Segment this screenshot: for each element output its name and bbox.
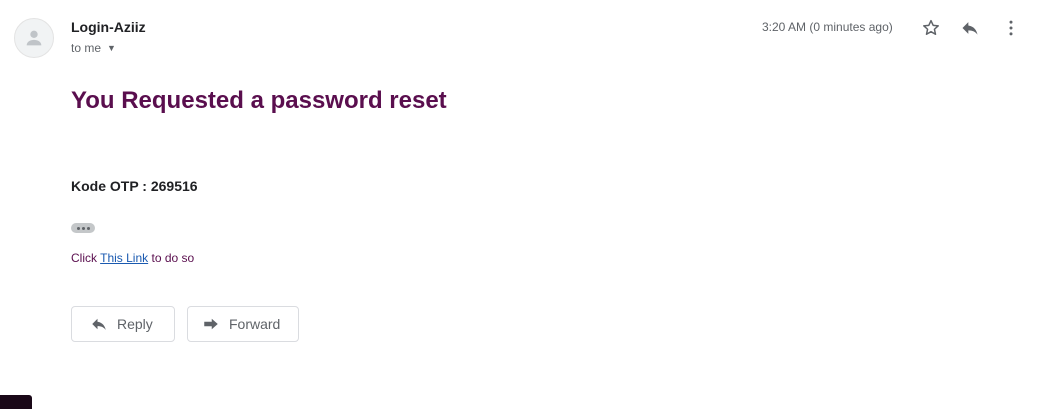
reply-icon <box>92 318 106 330</box>
body-prefix: Click <box>71 251 97 265</box>
forward-button-label: Forward <box>229 316 281 332</box>
chevron-down-icon: ▼ <box>107 43 116 53</box>
star-icon <box>923 19 939 35</box>
recipient-label: to me <box>71 41 102 55</box>
recipient-details-toggle[interactable]: to me ▼ <box>71 41 116 55</box>
otp-code-line: Kode OTP : 269516 <box>71 178 198 194</box>
more-horizontal-icon <box>76 226 80 230</box>
more-vertical-icon <box>1009 20 1013 36</box>
email-subject: You Requested a password reset <box>71 87 447 114</box>
sender-name: Login-Aziiz <box>71 19 146 35</box>
reply-button[interactable]: Reply <box>71 306 175 342</box>
reply-button-label: Reply <box>117 316 153 332</box>
corner-overlay <box>0 395 32 409</box>
forward-icon <box>204 318 218 330</box>
show-trimmed-content-button[interactable] <box>71 223 95 233</box>
timestamp: 3:20 AM (0 minutes ago) <box>762 20 893 34</box>
reply-icon-button[interactable] <box>956 14 984 42</box>
person-icon <box>26 30 42 46</box>
more-options-button[interactable] <box>997 14 1025 42</box>
body-instruction: Click This Link to do so <box>71 251 194 265</box>
reset-link[interactable]: This Link <box>100 251 148 265</box>
star-button[interactable] <box>917 14 945 42</box>
body-suffix: to do so <box>151 251 195 265</box>
reply-icon <box>962 22 978 35</box>
forward-button[interactable]: Forward <box>187 306 299 342</box>
avatar <box>14 18 54 58</box>
